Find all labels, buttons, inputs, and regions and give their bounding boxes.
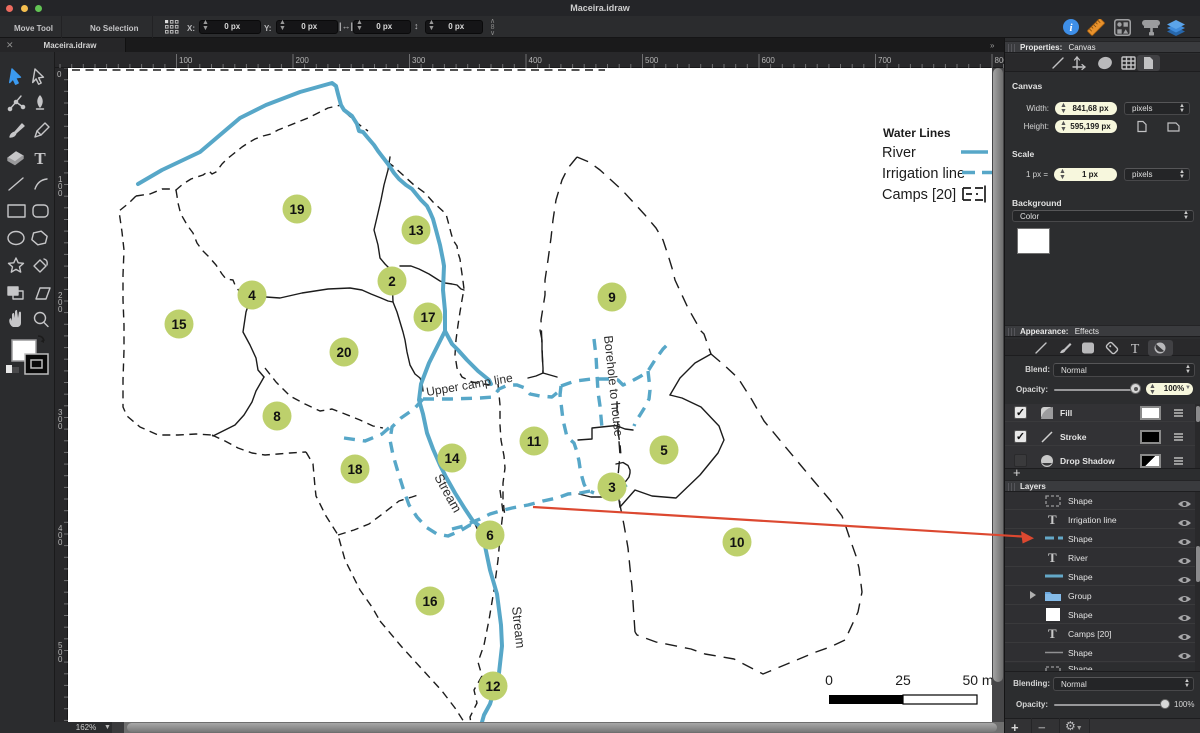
- svg-text:25: 25: [895, 672, 911, 688]
- svg-text:Camps [20]: Camps [20]: [882, 187, 956, 203]
- svg-text:14: 14: [444, 451, 460, 466]
- svg-text:100: 100: [179, 56, 193, 65]
- svg-text:50 m: 50 m: [962, 672, 992, 688]
- svg-text:Water Lines: Water Lines: [883, 126, 951, 140]
- svg-text:800: 800: [995, 56, 1005, 65]
- svg-text:8: 8: [273, 409, 281, 424]
- svg-text:River: River: [882, 145, 916, 161]
- svg-text:9: 9: [608, 290, 616, 305]
- svg-text:300: 300: [412, 56, 426, 65]
- svg-text:15: 15: [171, 317, 187, 332]
- svg-text:4: 4: [248, 288, 256, 303]
- svg-text:Upper camp line: Upper camp line: [425, 371, 514, 399]
- svg-text:700: 700: [878, 56, 892, 65]
- svg-text:0: 0: [58, 422, 63, 431]
- svg-text:0: 0: [58, 655, 63, 664]
- svg-text:200: 200: [296, 56, 310, 65]
- svg-text:20: 20: [336, 345, 351, 360]
- svg-text:Stream: Stream: [509, 606, 528, 649]
- svg-text:0: 0: [825, 672, 833, 688]
- svg-text:17: 17: [420, 310, 435, 325]
- svg-text:6: 6: [486, 528, 494, 543]
- svg-text:0: 0: [58, 305, 63, 314]
- svg-text:400: 400: [529, 56, 543, 65]
- svg-text:18: 18: [347, 462, 363, 477]
- svg-text:5: 5: [660, 443, 668, 458]
- svg-text:11: 11: [527, 434, 542, 449]
- svg-text:T: T: [34, 149, 46, 168]
- svg-text:2: 2: [388, 274, 396, 289]
- svg-text:500: 500: [645, 56, 659, 65]
- svg-text:0: 0: [58, 189, 63, 198]
- svg-text:10: 10: [729, 535, 744, 550]
- svg-text:T: T: [1131, 342, 1140, 356]
- svg-text:13: 13: [408, 223, 424, 238]
- svg-text:16: 16: [422, 594, 438, 609]
- svg-text:0: 0: [57, 70, 62, 79]
- svg-text:3: 3: [608, 480, 616, 495]
- svg-text:19: 19: [289, 202, 304, 217]
- svg-text:0: 0: [58, 538, 63, 547]
- svg-text:Irrigation line: Irrigation line: [882, 166, 965, 182]
- svg-text:Stream: Stream: [431, 471, 464, 515]
- svg-text:12: 12: [485, 679, 500, 694]
- svg-text:600: 600: [762, 56, 776, 65]
